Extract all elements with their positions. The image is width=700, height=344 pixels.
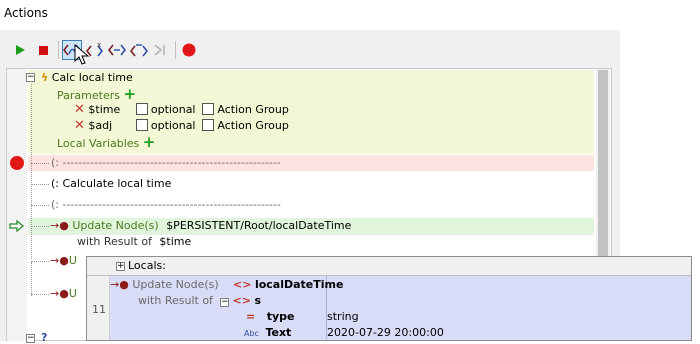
with-result-value[interactable]: $time	[159, 235, 191, 248]
toggle-breakpoint-button[interactable]	[179, 40, 199, 60]
toolbar-separator	[175, 41, 176, 59]
type-value: string	[327, 310, 359, 323]
play-icon	[16, 45, 25, 55]
tree-connector	[31, 226, 49, 227]
local-variable-name: localDateTime	[254, 278, 344, 291]
stop-icon	[39, 46, 48, 55]
text-node-label: Text	[265, 326, 292, 339]
variable-expand-toggle[interactable]: −	[220, 298, 229, 307]
optional-checkbox[interactable]	[135, 119, 148, 131]
update-node-icon: →●	[50, 219, 69, 232]
update-node-icon: →●	[50, 287, 69, 300]
step-over-icon	[108, 44, 126, 56]
parameter-row: ✕ $time optional Action Group	[74, 102, 640, 118]
svg-text:x: x	[97, 41, 101, 49]
update-node-label: Update Node(s)	[72, 219, 159, 232]
debug-toolbar: x	[0, 38, 620, 66]
locals-expand-toggle[interactable]: +	[116, 262, 125, 271]
popup-update-label: Update Node(s)	[132, 278, 219, 291]
tree-line	[31, 262, 32, 296]
element-icon: <>	[233, 278, 252, 291]
breakpoint-icon	[182, 43, 196, 57]
update-node-row-truncated[interactable]: →●U	[50, 253, 90, 269]
add-variable-icon[interactable]: +	[143, 133, 156, 151]
action-title[interactable]: Calc local time	[52, 71, 133, 84]
parameters-row: Parameters +	[57, 86, 623, 102]
with-result-row: with Result of $time	[77, 234, 643, 250]
update-node-row[interactable]: →● Update Node(s) $PERSISTENT/Root/local…	[50, 218, 616, 234]
text-node-row[interactable]: Abc Text	[244, 325, 292, 340]
panel-title: Actions	[4, 6, 48, 20]
action-group-checkbox[interactable]	[202, 103, 215, 115]
popup-with-result-label: with Result of	[138, 294, 213, 307]
comment-line[interactable]: (: -------------------------------------…	[51, 197, 617, 213]
text-value: 2020-07-29 20:00:00	[327, 326, 444, 339]
breakpoint-marker[interactable]	[10, 156, 24, 170]
locals-header: + Locals:	[87, 257, 691, 276]
optional-label: optional	[150, 119, 196, 132]
variable-name: s	[254, 294, 261, 307]
tree-line	[31, 84, 32, 259]
tree-connector	[31, 163, 49, 164]
tree-connector	[31, 294, 49, 295]
mouse-cursor-icon	[74, 44, 90, 65]
parameters-label: Parameters	[57, 89, 120, 102]
current-position-arrow-icon	[9, 220, 25, 232]
editor-gutter[interactable]	[7, 69, 27, 341]
run-to-cursor-button[interactable]	[151, 40, 171, 60]
local-variables-row: Local Variables +	[57, 134, 623, 150]
parameter-row: ✕ $adj optional Action Group	[74, 118, 640, 134]
local-variables-label: Local Variables	[57, 137, 140, 150]
action-group-label: Action Group	[217, 119, 289, 132]
step-back-icon	[130, 44, 148, 57]
parameter-name[interactable]: $adj	[88, 118, 132, 134]
attribute-name: type	[266, 310, 295, 323]
step-over-button[interactable]	[107, 40, 127, 60]
lightning-icon: ϟ	[41, 71, 49, 84]
tree-connector	[31, 205, 49, 206]
popup-with-result-row: with Result of	[138, 293, 213, 309]
update-node-row-truncated[interactable]: →●U	[50, 286, 90, 302]
local-variable-row[interactable]: <> localDateTime	[233, 277, 343, 293]
help-icon: ?	[41, 331, 48, 344]
action-title-row: ϟ Calc local time	[41, 70, 607, 86]
step-back-button[interactable]	[129, 40, 149, 60]
collapse-toggle[interactable]: −	[26, 334, 35, 343]
update-node-icon: →●	[110, 278, 129, 291]
with-result-label: with Result of	[77, 235, 152, 248]
type-attribute-row[interactable]: = type	[246, 309, 294, 325]
tree-connector	[31, 261, 49, 262]
update-node-icon: →●	[50, 254, 69, 267]
action-group-checkbox[interactable]	[202, 119, 215, 131]
remove-parameter-icon[interactable]: ✕	[74, 102, 85, 117]
run-button[interactable]	[10, 40, 30, 60]
collapse-toggle[interactable]: −	[26, 73, 35, 82]
variable-s-row[interactable]: − <> s	[220, 293, 261, 309]
element-icon: <>	[232, 294, 251, 307]
text-node-icon: Abc	[244, 329, 259, 338]
update-node-label: U	[68, 287, 77, 300]
run-to-cursor-icon	[154, 44, 165, 56]
comment-line[interactable]: (: Calculate local time	[51, 176, 617, 192]
parameter-name[interactable]: $time	[88, 102, 132, 118]
update-node-path[interactable]: $PERSISTENT/Root/localDateTime	[166, 219, 351, 232]
tree-connector	[31, 184, 49, 185]
popup-gutter: 11	[87, 276, 110, 340]
line-number: 11	[92, 303, 106, 316]
stop-button[interactable]	[33, 40, 53, 60]
popup-update-row: →● Update Node(s)	[110, 277, 219, 293]
attribute-icon: =	[246, 310, 256, 323]
optional-checkbox[interactable]	[135, 103, 148, 115]
remove-parameter-icon[interactable]: ✕	[74, 118, 85, 133]
optional-label: optional	[150, 103, 196, 116]
action-group-label: Action Group	[217, 103, 289, 116]
add-parameter-icon[interactable]: +	[123, 85, 136, 103]
update-node-label: U	[68, 254, 77, 267]
locals-header-label: Locals:	[128, 259, 166, 272]
toolbar-separator	[58, 41, 59, 59]
comment-line[interactable]: (: -------------------------------------…	[51, 155, 617, 171]
locals-popup: + Locals: 11 →● Update Node(s) with Resu…	[86, 256, 692, 341]
